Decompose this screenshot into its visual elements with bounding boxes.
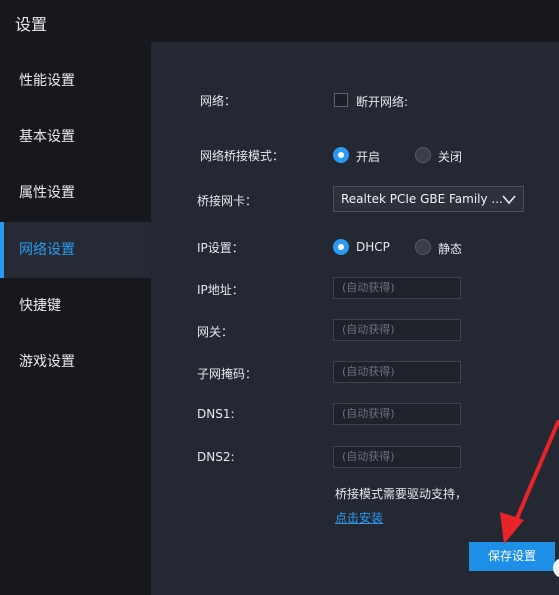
sidebar-item-game[interactable]: 游戏设置: [0, 334, 151, 390]
bridge-on-label[interactable]: 开启: [356, 148, 380, 165]
sidebar-item-performance[interactable]: 性能设置: [0, 53, 151, 109]
sidebar-item-properties[interactable]: 属性设置: [0, 165, 151, 221]
dns1-field[interactable]: (自动获得): [333, 403, 461, 425]
dns1-label: DNS1:: [197, 407, 235, 421]
network-label: 网络：: [200, 94, 237, 108]
subnet-mask-label: 子网掩码：: [197, 367, 258, 381]
chevron-down-icon: [502, 188, 516, 211]
bridge-nic-value: Realtek PCIe GBE Family ...: [341, 192, 503, 206]
sidebar-item-basic[interactable]: 基本设置: [0, 109, 151, 165]
disconnect-network-label[interactable]: 断开网络:: [356, 93, 408, 110]
bridge-on-radio[interactable]: [333, 147, 349, 163]
ip-address-label: IP地址：: [197, 283, 244, 297]
sidebar-item-shortcuts[interactable]: 快捷键: [0, 278, 151, 334]
static-label[interactable]: 静态: [438, 240, 462, 257]
bridge-driver-hint: 桥接模式需要驱动支持，: [335, 487, 468, 501]
disconnect-network-checkbox[interactable]: [334, 93, 348, 107]
bridge-off-radio[interactable]: [415, 147, 431, 163]
dns2-label: DNS2:: [197, 450, 235, 464]
static-radio[interactable]: [415, 239, 431, 255]
sidebar-item-network[interactable]: 网络设置: [0, 222, 151, 278]
gateway-label: 网关：: [197, 325, 234, 339]
title-bar: 设置: [0, 0, 559, 42]
install-driver-link[interactable]: 点击安装: [335, 509, 383, 526]
dns2-field[interactable]: (自动获得): [333, 446, 461, 468]
bridge-mode-label: 网络桥接模式：: [200, 149, 285, 163]
bridge-nic-select[interactable]: Realtek PCIe GBE Family ...: [333, 186, 524, 212]
subnet-mask-field[interactable]: (自动获得): [333, 361, 461, 383]
ip-setting-label: IP设置：: [197, 241, 244, 255]
annotation-arrow: [500, 420, 559, 544]
bridge-off-label[interactable]: 关闭: [438, 148, 462, 165]
dhcp-label[interactable]: DHCP: [356, 240, 390, 254]
window-title: 设置: [15, 15, 48, 34]
sidebar: 性能设置 基本设置 属性设置 网络设置 快捷键 游戏设置: [0, 42, 151, 595]
bridge-nic-label: 桥接网卡：: [197, 194, 258, 208]
ip-address-field[interactable]: (自动获得): [333, 277, 461, 299]
dhcp-radio[interactable]: [333, 239, 349, 255]
gateway-field[interactable]: (自动获得): [333, 319, 461, 341]
